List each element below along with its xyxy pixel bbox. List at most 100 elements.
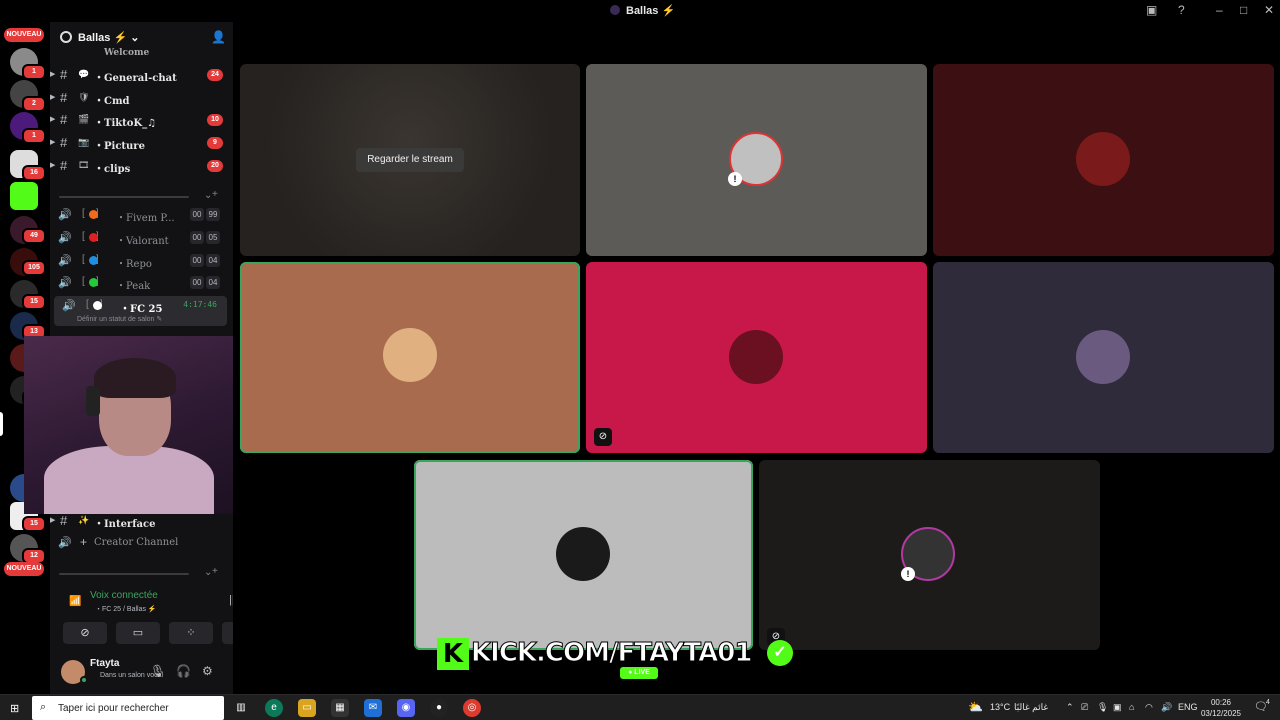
participant-tile-speaking[interactable] — [414, 460, 753, 650]
participant-tile[interactable]: ! ⊘ — [759, 460, 1100, 650]
participant-tile-speaking[interactable] — [240, 262, 580, 453]
watch-stream-button[interactable]: Regarder le stream — [356, 148, 464, 172]
file-explorer-icon[interactable]: ▭ — [298, 699, 316, 717]
channel-color-dot — [89, 210, 98, 219]
speaker-icon: 🔊 — [62, 300, 76, 312]
avatar — [729, 330, 783, 384]
chrome-icon[interactable]: ◎ — [463, 699, 481, 717]
headset-icon — [86, 386, 100, 416]
channel-emoji: 📷 — [78, 137, 90, 147]
participant-tile[interactable] — [933, 64, 1274, 256]
webcam-person-hair — [94, 358, 176, 398]
user-limit: 04 — [206, 254, 220, 267]
windows-start-icon[interactable]: ⊞ — [10, 702, 19, 715]
voice-location[interactable]: ・FC 25 / Ballas ⚡ — [95, 604, 157, 614]
partial-channel-label: Welcome — [104, 48, 150, 58]
settings-gear-icon[interactable]: ⚙ — [202, 664, 213, 678]
microphone-icon[interactable]: 🎙 — [150, 664, 165, 678]
network-adapter-icon[interactable]: ⎚ — [1081, 702, 1088, 713]
participant-tile[interactable] — [933, 262, 1274, 453]
mail-icon[interactable]: ✉ — [364, 699, 382, 717]
voice-channel-fivem[interactable]: 🔊 [ ] ・Fivem P... 00 99 — [50, 205, 233, 225]
channel-clips[interactable]: ▶ # 🎞 ・clips 20 — [50, 156, 233, 176]
activities-button[interactable]: ⁘ — [169, 622, 213, 644]
avatar — [1076, 132, 1130, 186]
close-button[interactable]: ✕ — [1264, 3, 1274, 17]
channel-label: ・TiktoK_♫ — [94, 118, 157, 129]
server-icon — [610, 5, 620, 15]
weather-temp[interactable]: 13°C — [990, 702, 1010, 712]
channel-picture[interactable]: ▶ # 📷 ・Picture 9 — [50, 133, 233, 153]
add-channel-icon[interactable]: + — [212, 566, 218, 577]
participant-tile[interactable]: ⊘ — [586, 262, 927, 453]
invite-people-icon[interactable]: 👤 — [211, 30, 226, 44]
maximize-button[interactable]: □ — [1240, 3, 1247, 17]
screen-share-button[interactable]: ▭ — [116, 622, 160, 644]
channel-label: ・Repo — [116, 259, 152, 270]
channel-tiktok[interactable]: ▶ # 🎬 ・TiktoK_♫ 10 — [50, 110, 233, 130]
channel-label: Creator Channel — [94, 537, 179, 548]
minimize-button[interactable]: – — [1216, 3, 1223, 17]
speaker-icon: 🔊 — [58, 209, 72, 221]
participant-tile[interactable]: ! — [586, 64, 927, 256]
new-badge: NOUVEAU — [4, 562, 44, 576]
creator-channel[interactable]: 🔊 + Creator Channel — [50, 533, 233, 553]
edge-browser-icon[interactable]: e — [265, 699, 283, 717]
user-limit: 04 — [206, 276, 220, 289]
user-count: 00 — [190, 231, 204, 244]
camera-toggle-button[interactable]: ⊘ — [63, 622, 107, 644]
clock-time: 00:26 — [1210, 698, 1232, 707]
speaker-icon: 🔊 — [58, 255, 72, 267]
meet-icon[interactable]: ⌂ — [1129, 702, 1134, 712]
store-icon[interactable]: ▦ — [331, 699, 349, 717]
plus-icon: + — [80, 535, 88, 549]
channel-label: ・Cmd — [94, 96, 130, 107]
weather-label[interactable]: غائم غالبًا — [1014, 702, 1048, 713]
expand-arrow-icon: ▶ — [50, 71, 56, 78]
unread-count: 10 — [207, 114, 223, 126]
wifi-icon[interactable]: ◠ — [1145, 702, 1153, 713]
channel-label: ・clips — [94, 164, 131, 175]
mention-badge: 2 — [22, 96, 46, 112]
stream-tile[interactable]: Regarder le stream — [240, 64, 580, 256]
voice-channel-peak[interactable]: 🔊 [ ] ・Peak 00 04 — [50, 273, 233, 293]
channel-label: ・Fivem P... — [116, 213, 175, 224]
display-icon[interactable]: ▣ — [1113, 702, 1122, 713]
channel-label: ・General-chat — [94, 73, 177, 84]
user-count: 00 — [190, 208, 204, 221]
channel-general-chat[interactable]: ▶ # 💬 ・General-chat 24 — [50, 65, 233, 85]
set-channel-status[interactable]: Définir un statut de salon ✎ — [77, 315, 162, 323]
unread-count: 20 — [207, 160, 223, 172]
voice-connected-label[interactable]: Voix connectée — [90, 590, 158, 601]
voice-stage: Regarder le stream ! ⊘ ! ⊘ — [233, 22, 1280, 694]
channel-cmd[interactable]: ▶ # 🛡 ・Cmd — [50, 88, 233, 108]
kick-channel-banner: K KICK.COM/FTAYTA01 ✓ — [437, 636, 797, 674]
signal-icon[interactable]: 📶 — [69, 596, 81, 607]
speaker-icon: 🔊 — [58, 232, 72, 244]
language-indicator[interactable]: ENG — [1178, 702, 1198, 712]
headphones-icon[interactable]: 🎧 — [176, 664, 191, 678]
mention-badge: 49 — [22, 228, 46, 244]
obs-icon[interactable]: ● — [430, 699, 448, 717]
discord-taskbar-icon[interactable]: ◉ — [397, 699, 415, 717]
taskbar-search[interactable]: ⌕ Taper ici pour rechercher — [32, 696, 224, 720]
kick-logo-icon: K — [437, 638, 469, 670]
microphone-tray-icon[interactable]: 🎙 — [1097, 702, 1108, 713]
add-channel-icon[interactable]: + — [212, 189, 218, 200]
volume-icon[interactable]: 🔊 — [1161, 702, 1172, 713]
username[interactable]: Ftayta — [90, 658, 119, 669]
live-badge: ● LIVE — [620, 667, 658, 679]
voice-channel-valorant[interactable]: 🔊 [ ] ・Valorant 00 05 — [50, 228, 233, 248]
voice-channel-repo[interactable]: 🔊 [ ] ・Repo 00 04 — [50, 251, 233, 271]
show-hidden-icons[interactable]: ⌃ — [1066, 702, 1074, 713]
weather-icon[interactable]: ⛅ — [968, 700, 983, 714]
new-badge: NOUVEAU — [4, 28, 44, 42]
inbox-icon[interactable]: ▣ — [1146, 3, 1157, 17]
help-icon[interactable]: ? — [1178, 3, 1185, 17]
kick-server-icon[interactable] — [10, 182, 38, 210]
task-view-icon[interactable]: ▥ — [232, 699, 250, 717]
server-gear-icon — [60, 31, 72, 43]
channel-interface[interactable]: ▶ # ✨ ・Interface — [50, 511, 233, 531]
avatar — [383, 328, 437, 382]
taskbar-clock[interactable]: 00:26 03/12/2025 — [1200, 697, 1242, 719]
